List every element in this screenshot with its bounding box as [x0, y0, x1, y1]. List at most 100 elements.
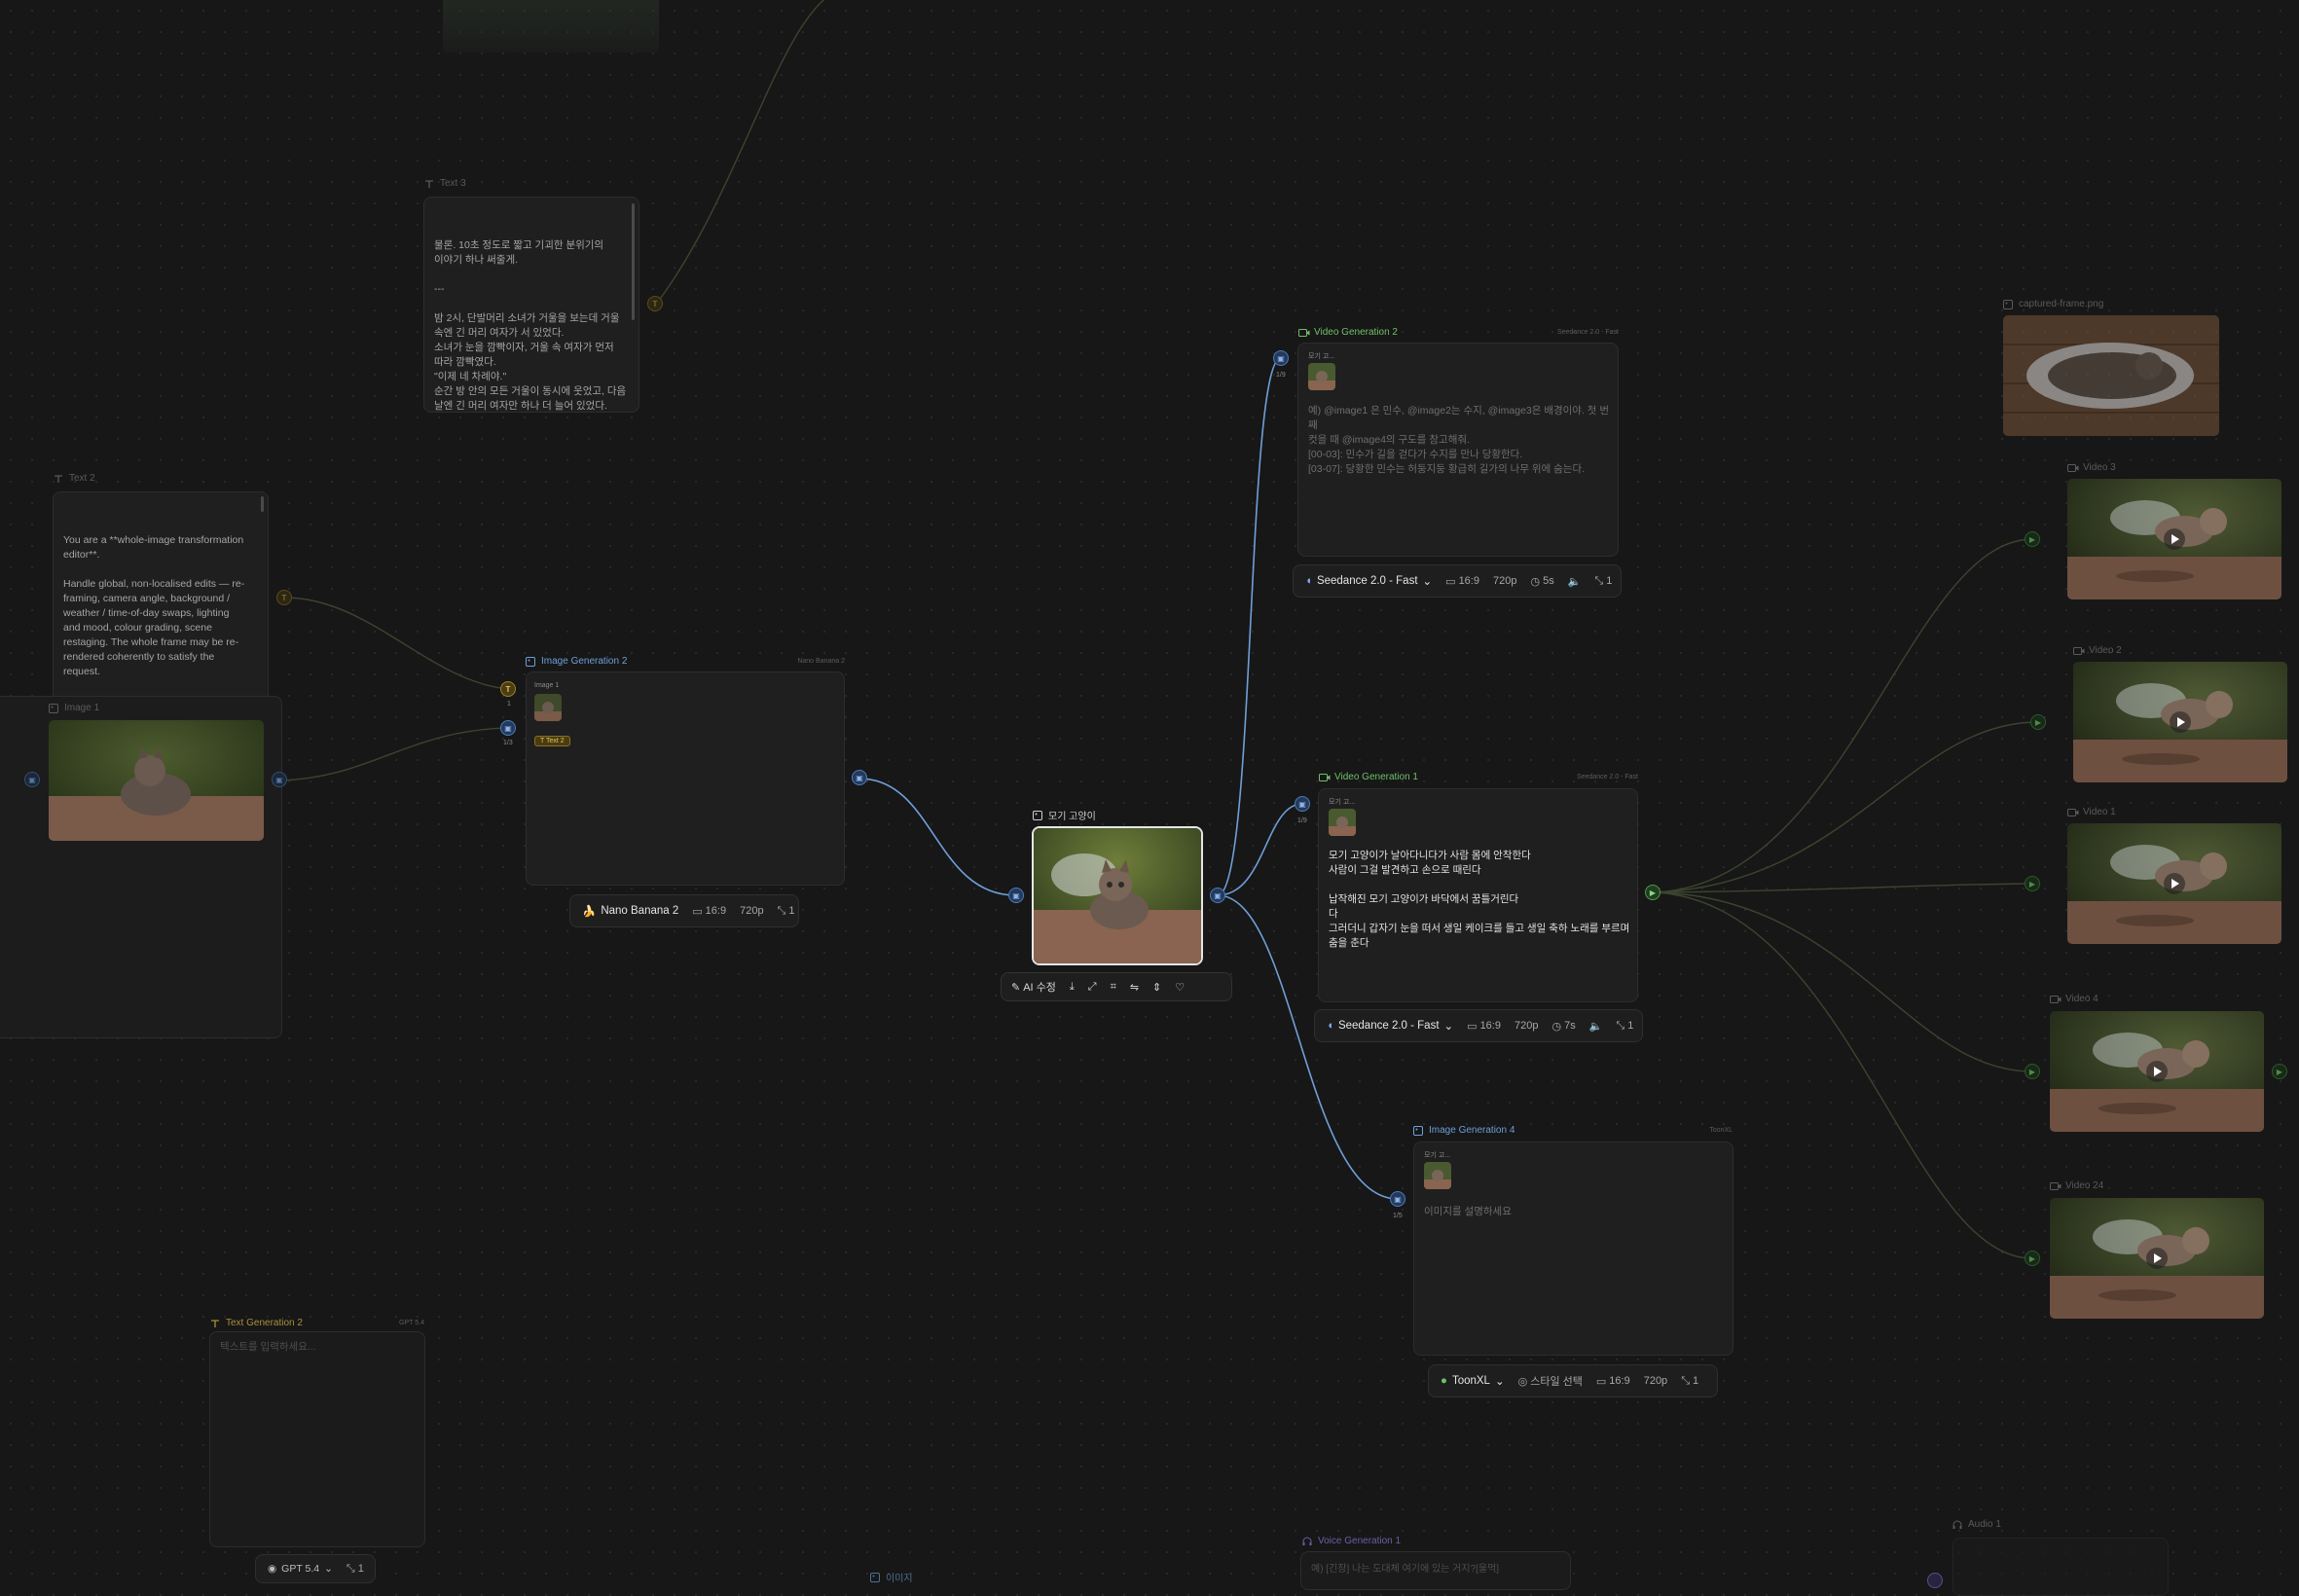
- image1-input-port[interactable]: ▣: [24, 772, 40, 787]
- play-icon[interactable]: [2146, 1248, 2168, 1269]
- play-icon[interactable]: [2170, 711, 2191, 733]
- prompt-text[interactable]: 모기 고양이가 날아다니다가 사람 몸에 안착한다 사람이 그걸 발견하고 손으…: [1329, 849, 1635, 951]
- captured-frame-thumbnail[interactable]: [2003, 315, 2219, 436]
- prompt-placeholder[interactable]: 예) [긴장] 나는 도대체 여기에 있는 거지?[울먹]: [1311, 1562, 1499, 1577]
- text-tag[interactable]: T Text 2: [534, 736, 570, 746]
- split-icon[interactable]: ⇕: [1152, 981, 1161, 994]
- video1-thumbnail[interactable]: [2067, 823, 2281, 944]
- image1-thumbnail[interactable]: [49, 720, 264, 841]
- video-output-port[interactable]: ▶: [1645, 885, 1660, 900]
- ratio-selector[interactable]: ▭ 16:9: [1467, 1020, 1501, 1033]
- play-icon[interactable]: [2146, 1061, 2168, 1082]
- duration-selector[interactable]: ◷ 7s: [1551, 1020, 1575, 1033]
- aspect-icon: ▭: [1445, 575, 1456, 588]
- ratio-selector[interactable]: ▭ 16:9: [692, 905, 726, 918]
- winged-kitten-image: [1034, 828, 1201, 963]
- model-selector[interactable]: ◖ Seedance 2.0 - Fast ⌄: [1305, 574, 1432, 588]
- scrollbar[interactable]: [632, 203, 635, 320]
- prompt-placeholder[interactable]: 이미지를 설명하세요: [1424, 1205, 1512, 1219]
- model-label: ToonXL: [1451, 1375, 1490, 1387]
- ratio-selector[interactable]: ▭ 16:9: [1445, 575, 1479, 588]
- play-icon[interactable]: [2164, 528, 2185, 550]
- image-gen4-node[interactable]: 모기 고... 이미지를 설명하세요: [1413, 1142, 1733, 1356]
- ratio-selector[interactable]: ▭ 16:9: [1596, 1375, 1630, 1388]
- expand-icon[interactable]: ⤢: [1088, 981, 1097, 994]
- scrollbar[interactable]: [261, 496, 264, 512]
- video2-thumbnail[interactable]: [2073, 662, 2287, 782]
- ai-edit-button[interactable]: ✎ AI 수정: [1011, 979, 1056, 995]
- model-selector[interactable]: ◉ GPT 5.4 ⌄: [268, 1563, 333, 1575]
- model-selector[interactable]: ● ToonXL ⌄: [1441, 1374, 1505, 1388]
- cat-image-node[interactable]: [1032, 826, 1203, 965]
- res-label: 720p: [1643, 1375, 1668, 1387]
- image-icon: [1413, 1125, 1423, 1136]
- video-input-port[interactable]: ▶: [2025, 876, 2040, 891]
- video-gen2-node[interactable]: 모기 고... 예) @image1 은 민수, @image2는 수지, @i…: [1297, 343, 1619, 557]
- video4-thumbnail[interactable]: [2050, 1011, 2264, 1132]
- play-icon[interactable]: [2164, 873, 2185, 894]
- voice-gen1-node[interactable]: 예) [긴장] 나는 도대체 여기에 있는 거지?[울먹]: [1300, 1551, 1571, 1590]
- prompt-placeholder[interactable]: 텍스트를 입력하세요...: [220, 1340, 316, 1355]
- image-input-port[interactable]: ▣: [1390, 1191, 1405, 1207]
- wire: [1217, 357, 1282, 896]
- video3-thumbnail[interactable]: [2067, 479, 2281, 599]
- style-selector[interactable]: ◎ 스타일 선택: [1518, 1373, 1583, 1389]
- image-output-port[interactable]: ▣: [852, 770, 867, 785]
- image-input-port[interactable]: ▣: [1008, 888, 1024, 903]
- crop-icon[interactable]: ⌗: [1111, 981, 1116, 994]
- text-gen2-toolbar: ◉ GPT 5.4 ⌄ ⤡ 1: [255, 1554, 376, 1583]
- video-input-port[interactable]: ▶: [2025, 531, 2040, 547]
- video-input-port[interactable]: ▶: [2025, 1064, 2040, 1079]
- ref-thumbnail[interactable]: [1424, 1162, 1451, 1189]
- image-icon: [49, 703, 58, 713]
- sound-toggle[interactable]: 🔈: [1589, 1020, 1603, 1033]
- text2-output-port[interactable]: T: [276, 590, 292, 605]
- resolution-selector[interactable]: 720p: [1644, 1375, 1667, 1387]
- video-input-port[interactable]: ▶: [2030, 714, 2046, 730]
- video-gen1-title: Video Generation 1: [1319, 772, 1418, 782]
- resolution-selector[interactable]: 720p: [1493, 575, 1516, 587]
- video-icon: [2067, 463, 2079, 473]
- ref-thumbnail[interactable]: [1308, 363, 1335, 390]
- count-icon: ⤡: [346, 1562, 355, 1575]
- audio1-title: Audio 1: [1952, 1519, 2001, 1530]
- prompt-placeholder[interactable]: 예) @image1 은 민수, @image2는 수지, @image3은 배…: [1308, 404, 1615, 477]
- duration-selector[interactable]: ◷ 5s: [1530, 575, 1553, 588]
- resolution-selector[interactable]: 720p: [740, 905, 763, 917]
- flip-icon[interactable]: ⇋: [1130, 981, 1139, 994]
- sound-toggle[interactable]: 🔈: [1568, 575, 1582, 588]
- image-input-port[interactable]: ▣: [1273, 350, 1289, 366]
- image-input-port[interactable]: ▣: [1295, 796, 1310, 812]
- count-selector[interactable]: ⤡ 1: [347, 1563, 364, 1576]
- ref-label: 모기 고...: [1424, 1152, 1451, 1159]
- image1-output-port[interactable]: ▣: [272, 772, 287, 787]
- text-input-port[interactable]: T: [500, 681, 516, 697]
- model-selector[interactable]: ◖ Seedance 2.0 - Fast ⌄: [1327, 1019, 1453, 1033]
- image-gen2-node[interactable]: Image 1 T Text 2: [526, 671, 845, 886]
- count-selector[interactable]: ⤡ 1: [1616, 1020, 1633, 1033]
- model-tag: GPT 5.4: [399, 1320, 424, 1326]
- video-gen1-node[interactable]: 모기 고... 모기 고양이가 날아다니다가 사람 몸에 안착한다 사람이 그걸…: [1318, 788, 1638, 1002]
- audio-input-port[interactable]: [1927, 1573, 1943, 1588]
- ref-thumbnail[interactable]: [534, 694, 562, 721]
- count-selector[interactable]: ⤡ 1: [778, 905, 795, 918]
- text3-output-port[interactable]: T: [647, 296, 663, 311]
- video24-thumbnail[interactable]: [2050, 1198, 2264, 1319]
- image-output-port[interactable]: ▣: [1210, 888, 1225, 903]
- video-input-port[interactable]: ▶: [2025, 1251, 2040, 1266]
- model-selector[interactable]: 🍌 Nano Banana 2: [582, 904, 678, 918]
- text3-node[interactable]: 물론. 10초 정도로 짧고 기괴한 분위기의 이야기 하나 써줄게. --- …: [423, 197, 639, 413]
- node-title: Video Generation 2: [1314, 327, 1398, 338]
- count-selector[interactable]: ⤡ 1: [1681, 1375, 1698, 1388]
- top-faded-image[interactable]: [443, 0, 659, 53]
- ref-thumbnail[interactable]: [1329, 809, 1356, 836]
- audio1-node[interactable]: [1952, 1538, 2169, 1596]
- heart-icon[interactable]: ♡: [1175, 981, 1185, 994]
- image-input-port[interactable]: ▣: [500, 720, 516, 736]
- text2-node[interactable]: You are a **whole-image transformation e…: [53, 491, 269, 709]
- count-selector[interactable]: ⤡ 1: [1594, 575, 1612, 588]
- download-icon[interactable]: ⤓: [1070, 981, 1075, 994]
- video-output-port[interactable]: ▶: [2272, 1064, 2287, 1079]
- text-gen2-node[interactable]: 텍스트를 입력하세요...: [209, 1331, 425, 1547]
- resolution-selector[interactable]: 720p: [1514, 1020, 1538, 1032]
